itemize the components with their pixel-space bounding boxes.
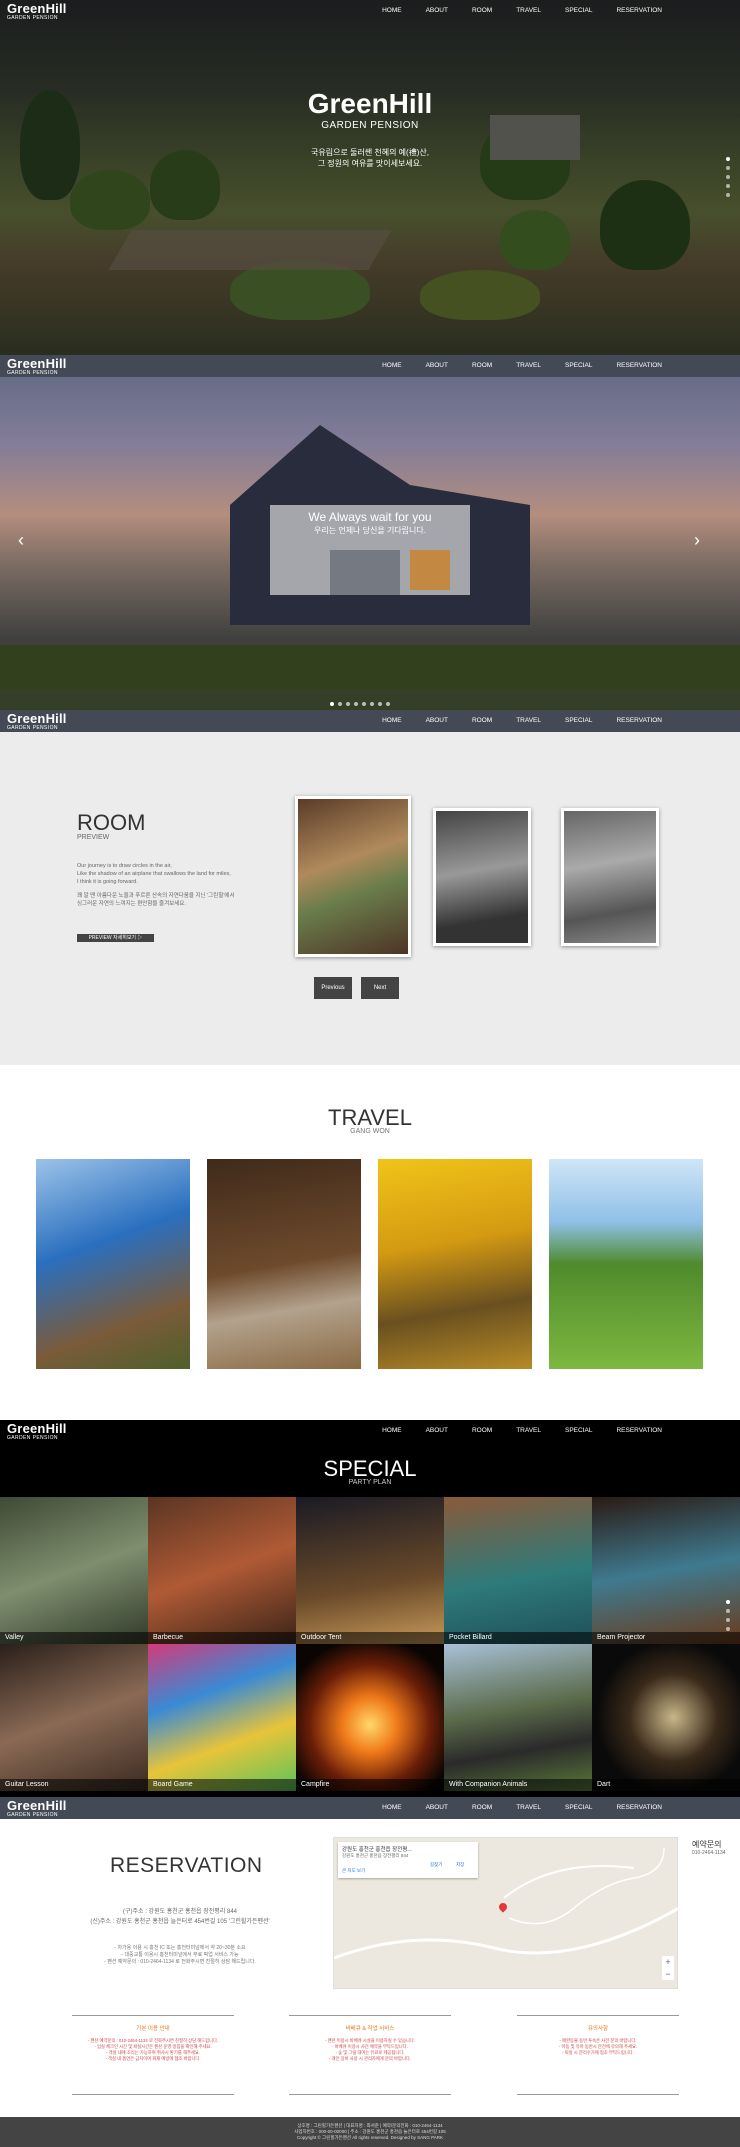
tile-campfire[interactable]: Campfire <box>296 1644 444 1791</box>
travel-subtitle: GANG WON <box>350 1128 390 1135</box>
tile-barbecue[interactable]: Barbecue <box>148 1497 296 1644</box>
about-line2: 우리는 언제나 당신을 기다립니다. <box>314 526 426 535</box>
travel-photo-couple[interactable] <box>207 1159 361 1369</box>
map-zoom-controls[interactable]: + − <box>662 1956 674 1980</box>
about-section: We Always wait for you 우리는 언제나 당신을 기다립니다… <box>0 355 740 710</box>
hero-pager[interactable] <box>726 157 730 197</box>
tile-beam-projector[interactable]: Beam Projector <box>592 1497 740 1644</box>
hero-line2: 그 정원의 여유를 맛이세보세요. <box>317 159 423 168</box>
room-photo-3[interactable] <box>561 808 659 946</box>
tile-guitar-lesson[interactable]: Guitar Lesson <box>0 1644 148 1791</box>
map-directions[interactable]: 길찾기 <box>430 1862 442 1868</box>
hero-line1: 국유림으로 둘러쌘 천혜의 예(禮)산, <box>311 148 429 157</box>
reservation-notes: - 차가용 이용 시 홍천 IC 또는 홍천터미널에서 약 20~30분 소요 -… <box>104 1945 256 1965</box>
room-subtitle: PREVIEW <box>77 834 110 841</box>
hero-subtitle: GARDEN PENSION <box>321 120 419 131</box>
travel-photo-waterpark[interactable] <box>36 1159 190 1369</box>
travel-photo-ginkgo[interactable] <box>378 1159 532 1369</box>
prev-arrow-icon[interactable]: ‹ <box>18 530 24 551</box>
special-pager[interactable] <box>726 1600 730 1631</box>
preview-button[interactable]: PREVIEW 자세히보기 ▷ <box>77 934 154 942</box>
tile-outdoor-tent[interactable]: Outdoor Tent <box>296 1497 444 1644</box>
hero-title: GreenHill <box>307 88 433 119</box>
nav-reservation[interactable]: RESERVATION <box>616 0 662 22</box>
footer: 상호명 : 그린힐가든펜션 | 대표자명 : 최서준 | 예약/문의전화 : 0… <box>0 2117 740 2147</box>
travel-photo-golf[interactable] <box>549 1159 703 1369</box>
info-notice: 유의사항 - 애완동물 동반 투숙은 사전 문의 바랍니다. - 아동 및 유아 … <box>517 2015 679 2095</box>
previous-button[interactable]: Previous <box>314 977 352 999</box>
nav-travel[interactable]: TRAVEL <box>516 0 541 22</box>
logo[interactable]: GreenHill GARDEN PENSION <box>7 2 67 21</box>
section-nav: GreenHill GARDEN PENSION HOME ABOUT ROOM TRA… <box>0 355 740 377</box>
next-button[interactable]: Next <box>361 977 399 999</box>
reservation-address: (구)주소 : 강원도 홍천군 홍천읍 장전평리 844 (신)주소 : 강원도 … <box>90 1909 270 1925</box>
nav-room[interactable]: ROOM <box>472 0 492 22</box>
map[interactable]: 강원도 홍천군 홍천읍 장전평... 강원도 홍천군 홍천읍 장전평리 844 … <box>333 1837 679 1989</box>
map-save[interactable]: 저장 <box>456 1862 464 1868</box>
info-bbq: 바베큐 & 작업 서비스 - 펜션 이용시 바베큐 시설을 이용하실 수 있습니… <box>289 2015 451 2095</box>
room-photo-1[interactable] <box>295 796 411 957</box>
slider-dots[interactable] <box>330 702 390 706</box>
travel-section: TRAVEL GANG WON <box>0 1065 740 1420</box>
tile-companion-animals[interactable]: With Companion Animals <box>444 1644 592 1791</box>
tile-valley[interactable]: Valley <box>0 1497 148 1644</box>
info-basic: 기본 이용 안내 - 펜션 예약문의 : 010-2464-1134 로 전화주… <box>72 2015 234 2095</box>
map-large-link[interactable]: 큰 지도 보기 <box>342 1868 365 1874</box>
nav-home[interactable]: HOME <box>382 0 402 22</box>
room-title: ROOM <box>77 810 146 835</box>
nav-special[interactable]: SPECIAL <box>565 0 592 22</box>
room-section: ROOM PREVIEW Our journey is to draw circ… <box>0 710 740 1065</box>
tile-pocket-billard[interactable]: Pocket Billard <box>444 1497 592 1644</box>
nav-about[interactable]: ABOUT <box>426 0 448 22</box>
hero-section: GreenHill GARDEN PENSION 국유림으로 둘러쌘 천혜의 예… <box>0 0 740 355</box>
special-subtitle: PARTY PLAN <box>348 1479 392 1486</box>
tile-board-game[interactable]: Board Game <box>148 1644 296 1791</box>
inquiry-title: 예약문의 <box>692 1840 722 1849</box>
map-info-card: 강원도 홍천군 홍천읍 장전평... 강원도 홍천군 홍천읍 장전평리 844 … <box>338 1842 478 1878</box>
special-section: SPECIAL PARTY PLAN Valley Barbecue Outdo… <box>0 1420 740 1797</box>
room-photo-2[interactable] <box>433 808 531 946</box>
next-arrow-icon[interactable]: › <box>694 530 700 551</box>
inquiry-phone: 010-2464-1134 <box>692 1850 726 1856</box>
tile-dart[interactable]: Dart <box>592 1644 740 1791</box>
room-description: Our journey is to draw circles in the ai… <box>77 863 235 907</box>
about-line1: We Always wait for you <box>308 510 432 524</box>
reservation-title: RESERVATION <box>110 1854 263 1877</box>
reservation-section: RESERVATION (구)주소 : 강원도 홍천군 홍천읍 장전평리 844… <box>0 1797 740 2147</box>
top-nav: GreenHill GARDEN PENSION HOME ABOUT ROOM … <box>0 0 740 22</box>
